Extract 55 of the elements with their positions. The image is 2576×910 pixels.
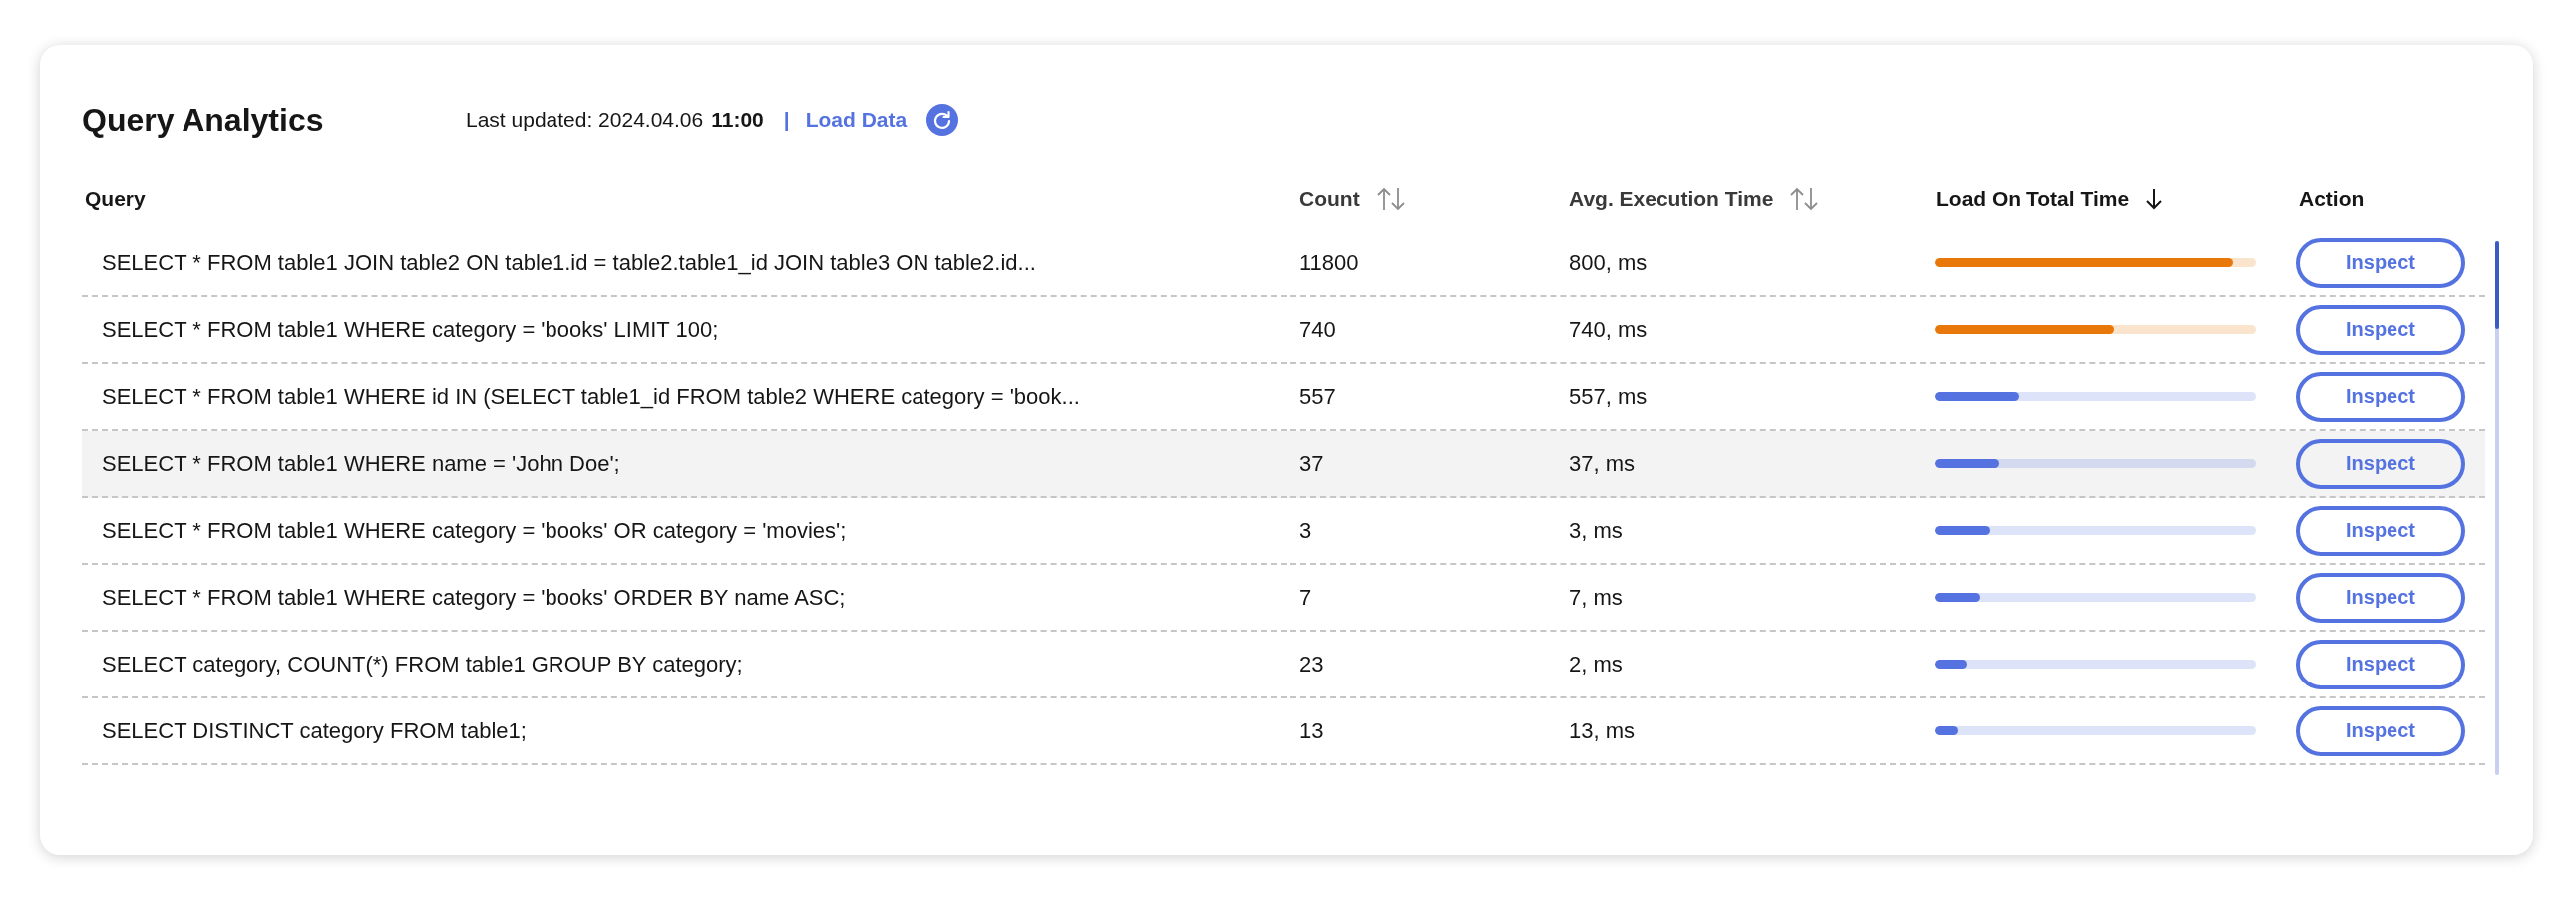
load-data-link[interactable]: Load Data xyxy=(805,108,908,132)
count-cell-text: 37 xyxy=(1298,450,1325,477)
inspect-button[interactable]: Inspect xyxy=(2296,304,2465,355)
avg-time-cell-text: 7, ms xyxy=(1568,584,1624,611)
avg-time-cell-text: 557, ms xyxy=(1568,383,1649,410)
avg-time-cell-text: 2, ms xyxy=(1568,651,1624,678)
column-header: Query xyxy=(85,187,146,211)
count-cell-text: 11800 xyxy=(1298,249,1360,276)
query-cell-text: SELECT * FROM table1 WHERE id IN (SELECT table1_id FROM table2 WHERE category = 'book... xyxy=(101,383,1081,410)
query-cell-text: SELECT category, COUNT(*) FROM table1 GROUP BY category; xyxy=(101,651,744,678)
sort-descending-icon[interactable] xyxy=(2145,187,2164,211)
count-cell-text: 740 xyxy=(1298,316,1337,343)
count-cell-text: 23 xyxy=(1298,651,1325,678)
avg-time-cell-text: 3, ms xyxy=(1568,517,1624,544)
count-cell-text: 7 xyxy=(1298,584,1313,611)
last-updated-label: Last updated: 2024.04.06 xyxy=(466,108,704,132)
inspect-button[interactable]: Inspect xyxy=(2296,705,2465,756)
table-row[interactable]: SELECT category, COUNT(*) FROM table1 GROUP BY category; 23 2, ms Inspect xyxy=(82,632,2485,698)
table-row[interactable]: SELECT * FROM table1 JOIN table2 ON table1.id = table2.table1_id JOIN table3 ON table2.id... 11800 800, ms Inspect xyxy=(82,230,2485,297)
column-header: Action xyxy=(2299,187,2365,211)
inspect-button[interactable]: Inspect xyxy=(2296,505,2465,556)
query-cell-text: SELECT * FROM table1 WHERE category = 'books' ORDER BY name ASC; xyxy=(101,584,847,611)
inspect-button[interactable]: Inspect xyxy=(2296,639,2465,689)
count-cell-text: 557 xyxy=(1298,383,1337,410)
inspect-button[interactable]: Inspect xyxy=(2296,371,2465,422)
table-row[interactable]: SELECT * FROM table1 WHERE category = 'books' LIMIT 100; 740 740, ms Inspect xyxy=(82,297,2485,364)
query-cell-text: SELECT DISTINCT category FROM table1; xyxy=(101,717,528,744)
table-row[interactable]: SELECT * FROM table1 WHERE name = 'John Doe'; 37 37, ms Inspect xyxy=(82,431,2485,498)
avg-time-cell-text: 37, ms xyxy=(1568,450,1637,477)
refresh-icon[interactable] xyxy=(926,104,959,136)
page-title: Query Analytics xyxy=(82,101,325,139)
column-header[interactable]: Count xyxy=(1299,187,1360,211)
inspect-button[interactable]: Inspect xyxy=(2296,237,2465,288)
avg-time-cell-text: 13, ms xyxy=(1568,717,1637,744)
query-cell-text: SELECT * FROM table1 JOIN table2 ON table1.id = table2.table1_id JOIN table3 ON table2.id... xyxy=(101,249,1037,276)
column-header[interactable]: Load On Total Time xyxy=(1936,187,2130,211)
table-row[interactable]: SELECT * FROM table1 WHERE category = 'books' OR category = 'movies'; 3 3, ms Inspect xyxy=(82,498,2485,565)
table-row[interactable]: SELECT DISTINCT category FROM table1; 13 13, ms Inspect xyxy=(82,698,2485,765)
scrollbar[interactable] xyxy=(2495,241,2499,775)
avg-time-cell-text: 740, ms xyxy=(1568,316,1649,343)
count-cell-text: 13 xyxy=(1298,717,1325,744)
inspect-button[interactable]: Inspect xyxy=(2296,438,2465,489)
query-cell-text: SELECT * FROM table1 WHERE category = 'books' LIMIT 100; xyxy=(101,316,720,343)
column-header[interactable]: Avg. Execution Time xyxy=(1569,187,1774,211)
table-row[interactable]: SELECT * FROM table1 WHERE category = 'books' ORDER BY name ASC; 7 7, ms Inspect xyxy=(82,565,2485,632)
last-updated-time: 11:00 xyxy=(711,108,764,132)
count-cell-text: 3 xyxy=(1298,517,1313,544)
avg-time-cell-text: 800, ms xyxy=(1568,249,1649,276)
query-cell-text: SELECT * FROM table1 WHERE name = 'John Doe'; xyxy=(101,450,621,477)
separator: | xyxy=(783,108,790,132)
sort-icon[interactable] xyxy=(1375,186,1406,212)
sort-icon[interactable] xyxy=(1789,186,1820,212)
scrollbar-thumb[interactable] xyxy=(2495,241,2499,329)
inspect-button[interactable]: Inspect xyxy=(2296,572,2465,623)
query-cell-text: SELECT * FROM table1 WHERE category = 'books' OR category = 'movies'; xyxy=(101,517,848,544)
